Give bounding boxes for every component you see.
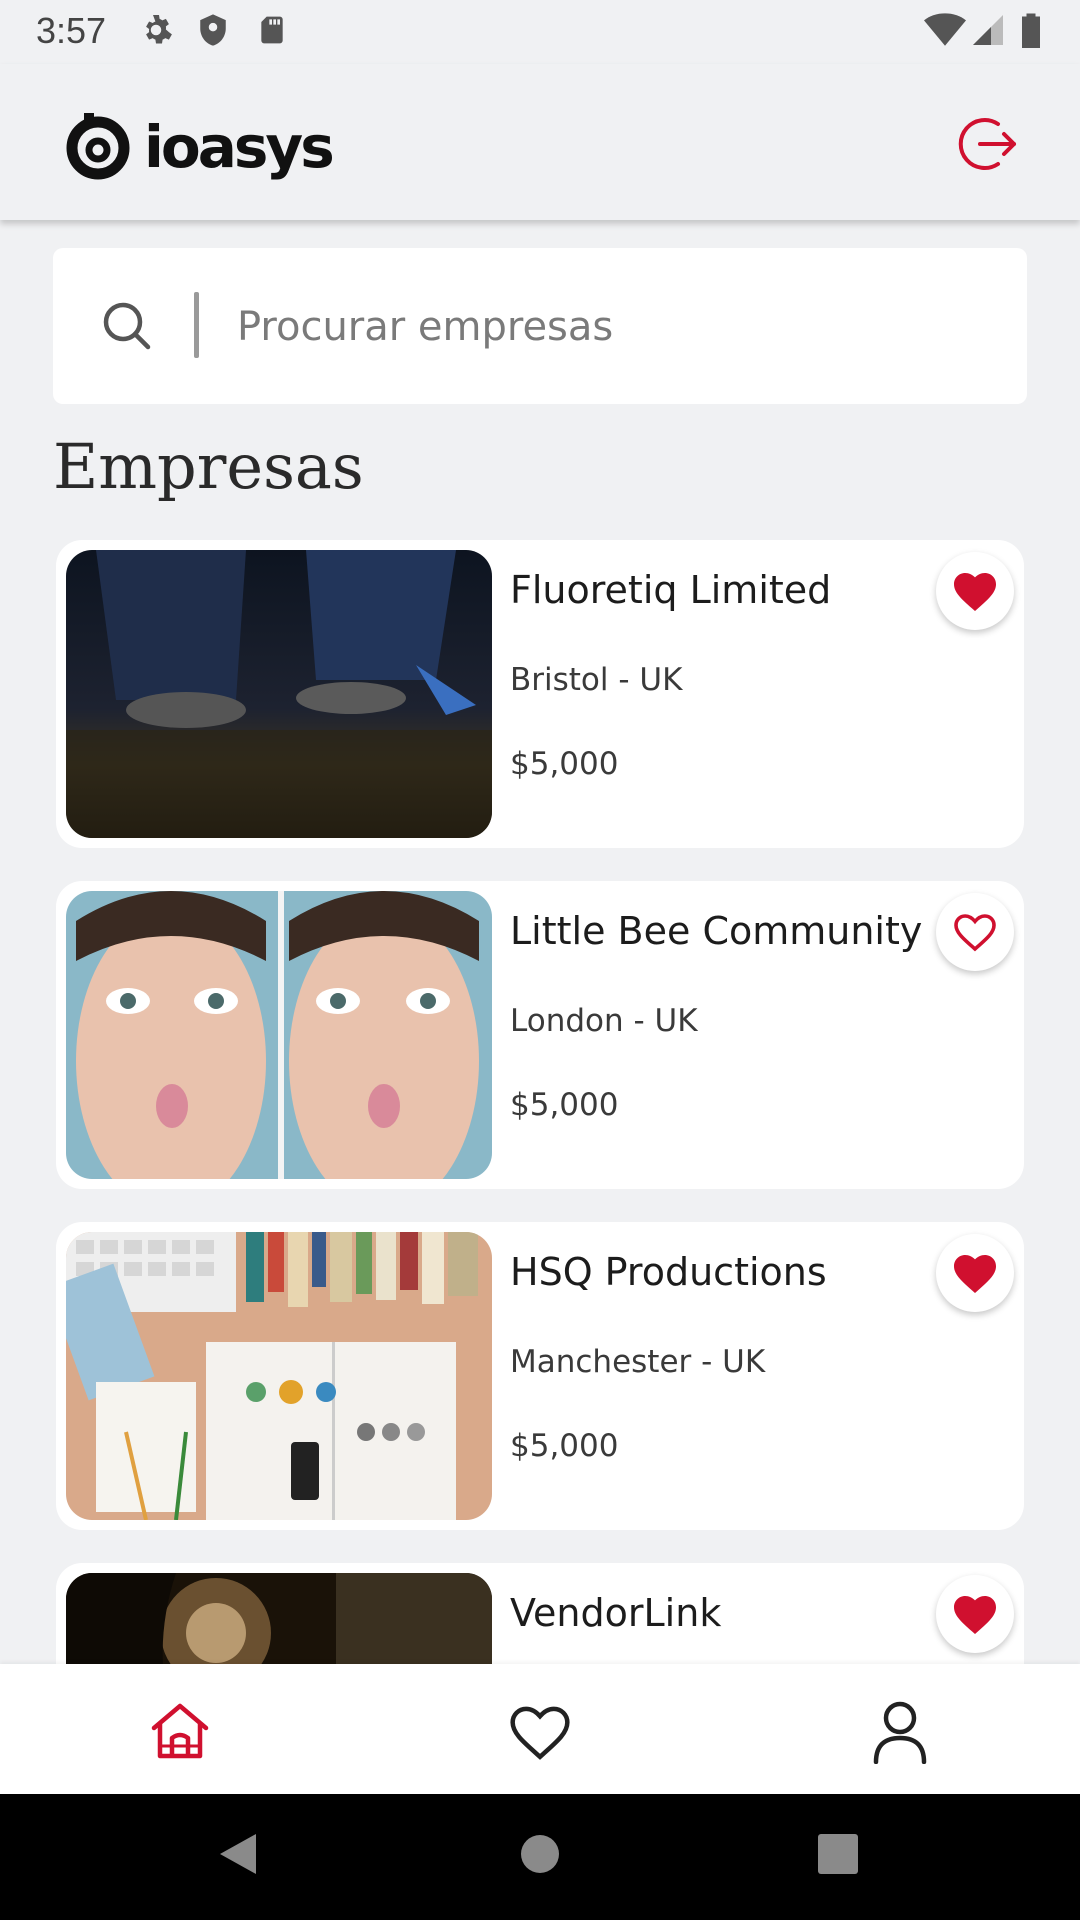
wifi-icon: [924, 12, 966, 52]
search-icon: [101, 300, 153, 356]
recents-icon[interactable]: [817, 1830, 859, 1882]
company-price: $5,000: [510, 1087, 619, 1123]
back-icon[interactable]: [216, 1830, 260, 1882]
company-card[interactable]: HSQ Productions Manchester - UK $5,000: [56, 1222, 1024, 1530]
company-name: VendorLink: [510, 1591, 722, 1635]
search-input[interactable]: [235, 288, 999, 366]
battery-icon: [1018, 12, 1044, 52]
bottom-navigation: [0, 1664, 1080, 1794]
page-title: Empresas: [53, 430, 364, 503]
favorite-button[interactable]: [936, 552, 1014, 630]
company-image: [66, 1573, 492, 1664]
favorite-button[interactable]: [936, 1575, 1014, 1653]
logout-icon: [958, 118, 1016, 170]
heart-filled-icon: [954, 573, 996, 611]
shield-icon: [196, 12, 230, 52]
company-image: [66, 550, 492, 838]
company-price: $5,000: [510, 746, 619, 782]
company-name: Fluoretiq Limited: [510, 568, 832, 612]
search-bar: [53, 248, 1027, 404]
profile-icon: [873, 1701, 927, 1764]
company-name: HSQ Productions: [510, 1250, 827, 1294]
company-card[interactable]: VendorLink: [56, 1563, 1024, 1664]
company-image: [66, 1232, 492, 1520]
company-location: London - UK: [510, 1003, 698, 1039]
favorite-button[interactable]: [936, 893, 1014, 971]
favorite-button[interactable]: [936, 1234, 1014, 1312]
company-card[interactable]: Fluoretiq Limited Bristol - UK $5,000: [56, 540, 1024, 848]
signal-icon: [970, 12, 1006, 52]
company-list[interactable]: Fluoretiq Limited Bristol - UK $5,000 Li…: [0, 540, 1080, 1664]
ioasys-logo: ioasys: [64, 109, 335, 191]
company-name: Little Bee Community: [510, 909, 923, 953]
company-location: Manchester - UK: [510, 1344, 766, 1380]
company-price: $5,000: [510, 1428, 619, 1464]
app-bar: ioasys: [0, 64, 1080, 220]
heart-filled-icon: [954, 1596, 996, 1634]
status-time: 3:57: [36, 10, 107, 51]
nav-home[interactable]: [140, 1692, 220, 1772]
company-location: Bristol - UK: [510, 662, 683, 698]
company-image: [66, 891, 492, 1179]
settings-icon: [138, 12, 174, 52]
logo-text: ioasys: [144, 113, 332, 181]
heart-outline-icon: [954, 914, 996, 952]
home-icon: [151, 1703, 209, 1759]
company-card[interactable]: Little Bee Community London - UK $5,000: [56, 881, 1024, 1189]
logout-button[interactable]: [958, 114, 1018, 174]
heart-filled-icon: [954, 1255, 996, 1293]
system-navigation-bar: [0, 1794, 1080, 1920]
heart-icon: [510, 1706, 570, 1760]
search-divider: [194, 292, 199, 358]
home-circle-icon[interactable]: [519, 1830, 561, 1882]
nav-favorites[interactable]: [500, 1692, 580, 1772]
nav-profile[interactable]: [860, 1692, 940, 1772]
status-bar: 3:57: [0, 0, 1080, 64]
sd-card-icon: [256, 12, 288, 52]
